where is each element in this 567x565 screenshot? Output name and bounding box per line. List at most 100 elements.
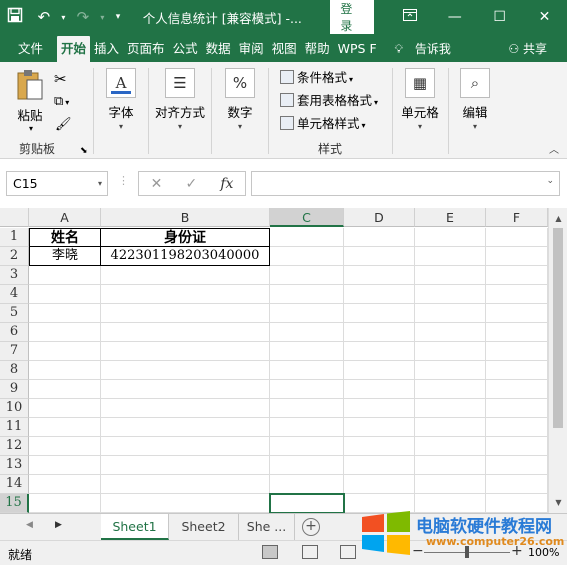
tab-file[interactable]: 文件 xyxy=(0,36,57,62)
column-header-b[interactable]: B xyxy=(101,208,270,227)
cell-a11[interactable] xyxy=(29,418,101,437)
column-header-c[interactable]: C xyxy=(270,208,344,227)
cell-a6[interactable] xyxy=(29,323,101,342)
worksheet-grid[interactable]: ABCDEF 1 2 3 4 5 6 7 8 9 10 11 12 13 14 15 姓名 身份证 李晓 4223… xyxy=(0,208,548,513)
cell-f8[interactable] xyxy=(486,361,548,380)
vertical-scrollbar[interactable]: ▲ ▼ xyxy=(548,208,567,513)
row-header-6[interactable]: 6 xyxy=(0,323,29,342)
cell-d10[interactable] xyxy=(344,399,415,418)
cell-d6[interactable] xyxy=(344,323,415,342)
cell-a4[interactable] xyxy=(29,285,101,304)
cell-a15[interactable] xyxy=(29,494,101,513)
cell-c9[interactable] xyxy=(270,380,344,399)
cell-styles-button[interactable]: 单元格样式 ▾ xyxy=(280,114,366,134)
cell-b13[interactable] xyxy=(101,456,270,475)
expand-formula-icon[interactable]: ⌄ xyxy=(546,176,554,186)
cell-c4[interactable] xyxy=(270,285,344,304)
name-box[interactable]: C15 ▾ xyxy=(6,171,108,196)
row-header-14[interactable]: 14 xyxy=(0,475,29,494)
column-header-a[interactable]: A xyxy=(29,208,101,227)
cell-e8[interactable] xyxy=(415,361,486,380)
minimize-icon[interactable]: — xyxy=(432,9,477,25)
normal-view-icon[interactable] xyxy=(262,545,278,559)
cell-f10[interactable] xyxy=(486,399,548,418)
cell-a8[interactable] xyxy=(29,361,101,380)
row-header-9[interactable]: 9 xyxy=(0,380,29,399)
cell-e3[interactable] xyxy=(415,266,486,285)
cell-e7[interactable] xyxy=(415,342,486,361)
alignment-button[interactable]: ☰ 对齐方式 ▾ xyxy=(152,68,208,131)
cell-e12[interactable] xyxy=(415,437,486,456)
cell-e4[interactable] xyxy=(415,285,486,304)
cell-a3[interactable] xyxy=(29,266,101,285)
sheet-tab-more[interactable]: She ... xyxy=(239,514,295,540)
row-header-4[interactable]: 4 xyxy=(0,285,29,304)
cell-f11[interactable] xyxy=(486,418,548,437)
cell-c11[interactable] xyxy=(270,418,344,437)
cell-a10[interactable] xyxy=(29,399,101,418)
login-button[interactable]: 登录 xyxy=(330,0,374,36)
tab-page-layout[interactable]: 页面布 xyxy=(123,36,169,62)
row-header-15[interactable]: 15 xyxy=(0,494,29,513)
share-button[interactable]: ⚇ 共享 xyxy=(508,36,547,62)
ribbon-display-options-icon[interactable] xyxy=(387,9,432,25)
tab-help[interactable]: 帮助 xyxy=(301,36,334,62)
tab-formulas[interactable]: 公式 xyxy=(169,36,202,62)
cell-f4[interactable] xyxy=(486,285,548,304)
row-header-8[interactable]: 8 xyxy=(0,361,29,380)
cell-a9[interactable] xyxy=(29,380,101,399)
cell-e5[interactable] xyxy=(415,304,486,323)
cell-b9[interactable] xyxy=(101,380,270,399)
select-all-corner[interactable] xyxy=(0,208,29,227)
cell-d5[interactable] xyxy=(344,304,415,323)
save-icon[interactable] xyxy=(0,7,29,27)
paste-button[interactable]: 粘贴 ▾ xyxy=(10,68,50,133)
sheet-tab-sheet2[interactable]: Sheet2 xyxy=(169,514,239,540)
cell-e1[interactable] xyxy=(415,228,486,247)
cell-d4[interactable] xyxy=(344,285,415,304)
cell-d7[interactable] xyxy=(344,342,415,361)
cell-b7[interactable] xyxy=(101,342,270,361)
customize-quick-access-icon[interactable]: ▾ xyxy=(107,12,128,22)
redo-dropdown-icon[interactable]: ▾ xyxy=(98,13,108,22)
number-button[interactable]: % 数字 ▾ xyxy=(215,68,265,131)
cell-e9[interactable] xyxy=(415,380,486,399)
row-header-3[interactable]: 3 xyxy=(0,266,29,285)
add-sheet-icon[interactable]: + xyxy=(302,518,320,536)
cell-e2[interactable] xyxy=(415,247,486,266)
cell-f7[interactable] xyxy=(486,342,548,361)
cell-b15[interactable] xyxy=(101,494,270,513)
cell-b12[interactable] xyxy=(101,437,270,456)
conditional-formatting-button[interactable]: 条件格式 ▾ xyxy=(280,68,353,88)
cell-b4[interactable] xyxy=(101,285,270,304)
copy-icon[interactable]: ⧉ ▾ xyxy=(54,94,69,109)
scroll-up-icon[interactable]: ▲ xyxy=(549,210,567,227)
cell-b14[interactable] xyxy=(101,475,270,494)
cell-a14[interactable] xyxy=(29,475,101,494)
cell-f12[interactable] xyxy=(486,437,548,456)
cell-d12[interactable] xyxy=(344,437,415,456)
scroll-thumb[interactable] xyxy=(553,228,563,428)
row-header-10[interactable]: 10 xyxy=(0,399,29,418)
cell-e6[interactable] xyxy=(415,323,486,342)
row-header-7[interactable]: 7 xyxy=(0,342,29,361)
cell-d9[interactable] xyxy=(344,380,415,399)
undo-icon[interactable]: ↶ xyxy=(29,8,58,26)
cell-f13[interactable] xyxy=(486,456,548,475)
cell-c14[interactable] xyxy=(270,475,344,494)
maximize-icon[interactable]: ☐ xyxy=(477,9,522,25)
cell-c13[interactable] xyxy=(270,456,344,475)
cell-d2[interactable] xyxy=(344,247,415,266)
row-header-5[interactable]: 5 xyxy=(0,304,29,323)
cell-c3[interactable] xyxy=(270,266,344,285)
row-header-12[interactable]: 12 xyxy=(0,437,29,456)
cell-d11[interactable] xyxy=(344,418,415,437)
cell-f1[interactable] xyxy=(486,228,548,247)
column-header-d[interactable]: D xyxy=(344,208,415,227)
formula-input[interactable]: ⌄ xyxy=(251,171,560,196)
row-header-11[interactable]: 11 xyxy=(0,418,29,437)
name-box-dropdown-icon[interactable]: ▾ xyxy=(98,172,102,195)
tab-insert[interactable]: 插入 xyxy=(90,36,123,62)
cell-b8[interactable] xyxy=(101,361,270,380)
cell-a12[interactable] xyxy=(29,437,101,456)
